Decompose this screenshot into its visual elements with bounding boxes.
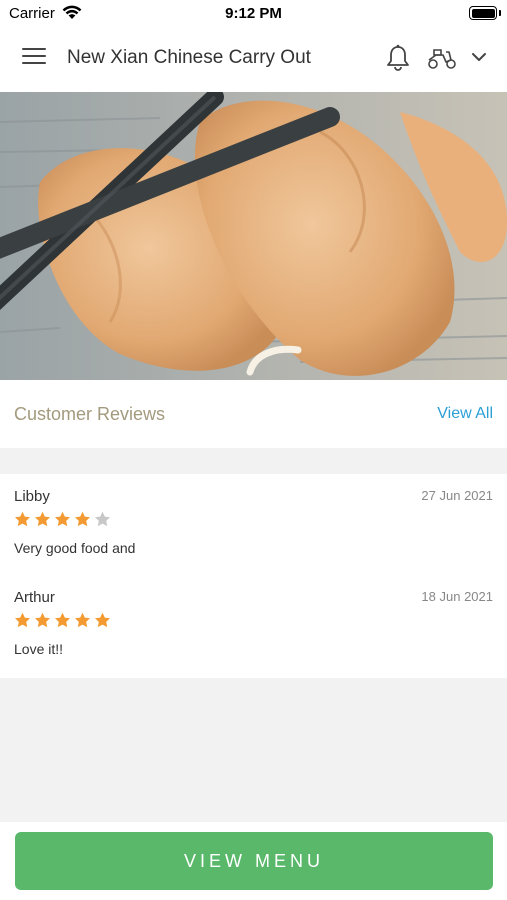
reviews-section-header: Customer Reviews View All (0, 380, 507, 448)
star-rating (14, 511, 114, 529)
review-item: Arthur 18 Jun 2021 Love it!! (0, 575, 507, 675)
footer-bar: VIEW MENU (0, 822, 507, 900)
app-header: New Xian Chinese Carry Out (0, 28, 507, 92)
view-all-reviews-link[interactable]: View All (437, 405, 493, 423)
star-filled-icon (75, 511, 90, 527)
star-rating (14, 612, 114, 630)
egg-rolls-photo (0, 92, 507, 380)
star-filled-icon (35, 612, 50, 628)
star-filled-icon (35, 511, 50, 527)
battery-icon (469, 6, 497, 20)
reviews-list: Libby 27 Jun 2021 Very good food and Art… (0, 474, 507, 678)
reviewer-name: Libby (14, 488, 50, 505)
status-time: 9:12 PM (225, 5, 282, 22)
star-filled-icon (75, 612, 90, 628)
bell-icon[interactable] (385, 44, 411, 72)
view-menu-button[interactable]: VIEW MENU (15, 832, 493, 890)
star-filled-icon (95, 612, 110, 628)
delivery-scooter-icon[interactable] (426, 46, 458, 70)
review-text: Love it!! (14, 641, 64, 657)
status-bar: Carrier 9:12 PM (0, 0, 507, 28)
page-title: New Xian Chinese Carry Out (67, 47, 311, 68)
star-empty-icon (95, 511, 110, 527)
reviews-section-title: Customer Reviews (14, 404, 166, 424)
battery-tip (499, 10, 501, 16)
star-filled-icon (15, 612, 30, 628)
review-date: 27 Jun 2021 (421, 488, 493, 503)
review-date: 18 Jun 2021 (421, 589, 493, 604)
review-item: Libby 27 Jun 2021 Very good food and (0, 474, 507, 574)
review-text: Very good food and (14, 540, 136, 556)
star-filled-icon (55, 612, 70, 628)
menu-icon[interactable] (22, 48, 46, 68)
chevron-down-icon[interactable] (470, 50, 488, 64)
hero-image (0, 92, 507, 380)
star-filled-icon (55, 511, 70, 527)
star-filled-icon (15, 511, 30, 527)
reviewer-name: Arthur (14, 589, 55, 606)
